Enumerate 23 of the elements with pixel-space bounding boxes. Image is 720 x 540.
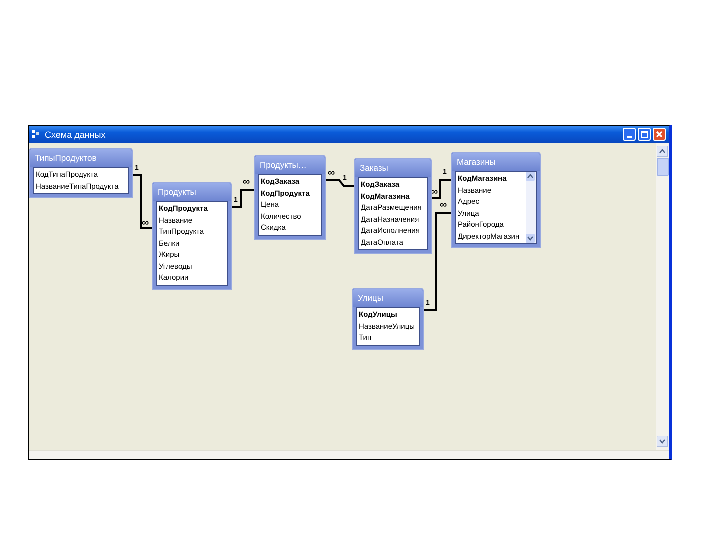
minimize-button[interactable] xyxy=(623,128,636,141)
scroll-up-icon[interactable] xyxy=(657,146,668,157)
many-label: ∞ xyxy=(142,220,150,228)
many-label: ∞ xyxy=(243,179,250,187)
maximize-button[interactable] xyxy=(638,128,651,141)
list-scrollbar[interactable] xyxy=(526,172,536,243)
scroll-thumb[interactable] xyxy=(656,158,668,176)
vertical-scrollbar[interactable] xyxy=(656,143,669,450)
many-label: ∞ xyxy=(328,170,336,178)
grid-icon xyxy=(32,130,40,140)
close-button[interactable] xyxy=(653,128,666,141)
relationship-line xyxy=(432,179,451,199)
horizontal-scrollbar[interactable] xyxy=(29,450,669,459)
close-icon[interactable] xyxy=(656,131,663,138)
relationship-line xyxy=(133,174,152,229)
maximize-icon[interactable] xyxy=(641,131,648,138)
scroll-down-icon[interactable] xyxy=(526,234,535,243)
scroll-up-icon[interactable] xyxy=(526,172,535,181)
relationship-line xyxy=(326,179,354,187)
scroll-down-icon[interactable] xyxy=(657,436,668,447)
window-title: Схема данных xyxy=(45,130,106,140)
many-label: ∞ xyxy=(440,202,448,210)
relationship-line xyxy=(232,189,254,208)
